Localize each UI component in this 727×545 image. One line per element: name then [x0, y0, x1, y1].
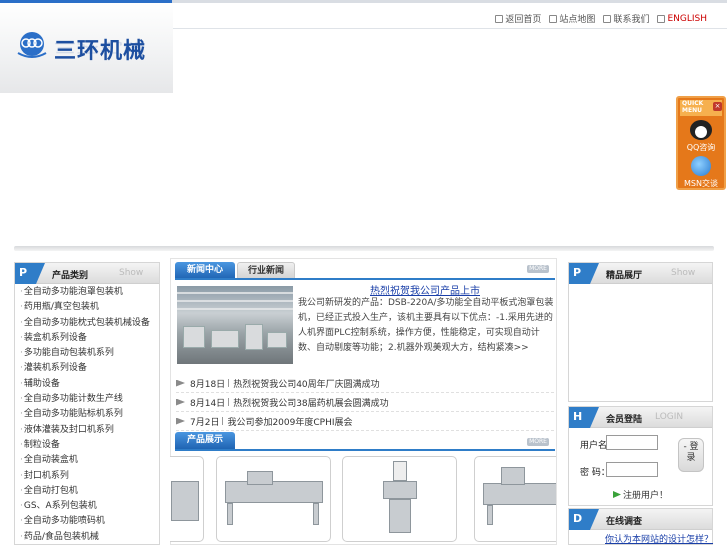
showcase-title: 精品展厅 [606, 271, 643, 281]
category-title: 产品类别 [52, 271, 89, 281]
sitemap-icon [549, 14, 558, 23]
showcase-badge: P [569, 263, 599, 284]
msn-label[interactable]: MSN交谈 [678, 178, 724, 189]
separator [222, 417, 224, 425]
msn-icon[interactable] [691, 156, 711, 176]
password-input[interactable] [606, 462, 658, 477]
contact-icon [603, 14, 612, 23]
tab-industry-news[interactable]: 行业新闻 [237, 262, 295, 279]
category-panel-header: P 产品类别 Show [15, 263, 159, 284]
login-button[interactable]: - 登录 [678, 438, 704, 472]
separator [228, 379, 230, 387]
link-home-label: 返回首页 [505, 15, 542, 25]
category-item[interactable]: 药用瓶/真空包装机 [20, 300, 150, 315]
top-links: 返回首页 站点地图 联系我们 ENGLISH [495, 12, 707, 25]
news-date: 7月2日 [190, 417, 220, 428]
arrow-bullet-icon [176, 417, 185, 425]
news-item[interactable]: 8月18日 热烈祝贺我公司40周年厂庆圆满成功 [176, 374, 554, 393]
link-sitemap-label: 站点地图 [559, 15, 596, 25]
link-contact-label: 联系我们 [613, 15, 650, 25]
category-item[interactable]: 封口机系列 [20, 469, 150, 484]
news-item[interactable]: 8月14日 热烈祝贺我公司38届药机展会圆满成功 [176, 393, 554, 412]
news-date: 8月18日 [190, 379, 226, 390]
news-item[interactable]: 7月2日 我公司参加2009年度CPHI展会 [176, 412, 554, 431]
separator [228, 398, 230, 406]
link-english[interactable]: ENGLISH [657, 12, 707, 25]
product-card[interactable] [170, 456, 204, 542]
username-input[interactable] [606, 435, 658, 450]
arrow-bullet-icon [176, 398, 185, 406]
category-item[interactable]: 制粒设备 [20, 438, 150, 453]
content-divider [14, 246, 714, 251]
category-item[interactable]: 灌装机系列设备 [20, 361, 150, 376]
showcase-show: Show [671, 268, 696, 278]
link-sitemap[interactable]: 站点地图 [549, 12, 595, 25]
news-title[interactable]: 我公司参加2009年度CPHI展会 [227, 415, 352, 428]
qq-penguin-icon[interactable] [690, 120, 712, 140]
product-card[interactable] [216, 456, 331, 542]
survey-title: 在线调查 [606, 517, 643, 527]
category-item[interactable]: 药品/食品包装机械 [20, 530, 150, 545]
news-title[interactable]: 热烈祝贺我公司38届药机展会圆满成功 [233, 396, 388, 409]
link-english-label: ENGLISH [667, 13, 707, 24]
products-underline [175, 449, 555, 451]
logo-reflection: 三环机械 [54, 39, 147, 55]
product-card[interactable] [342, 456, 457, 542]
register-label[interactable]: 注册用户！ [623, 488, 668, 501]
logo-emblem-icon [17, 32, 47, 58]
news-date: 8月14日 [190, 398, 226, 409]
category-item[interactable]: 全自动多功能泡罩包装机 [20, 285, 150, 300]
member-badge: H [569, 407, 599, 428]
survey-panel-header: D 在线调查 [569, 509, 712, 530]
quick-menu: QUICK MENU × QQ咨询 MSN交谈 [676, 96, 726, 190]
category-item[interactable]: 全自动装盒机 [20, 453, 150, 468]
news-headline[interactable]: 热烈祝贺我公司产品上市 [300, 282, 550, 297]
category-item[interactable]: 装盒机系列设备 [20, 331, 150, 346]
member-login-sub: LOGIN [655, 412, 684, 422]
qq-label[interactable]: QQ咨询 [678, 142, 724, 153]
close-icon[interactable]: × [713, 102, 722, 111]
news-more-button[interactable]: MORE [527, 265, 549, 273]
register-link[interactable]: 注册用户！ [613, 488, 668, 501]
news-title[interactable]: 热烈祝贺我公司40周年厂庆圆满成功 [233, 377, 379, 390]
link-contact[interactable]: 联系我们 [603, 12, 649, 25]
survey-badge: D [569, 509, 599, 530]
product-card[interactable] [474, 456, 556, 542]
category-show: Show [119, 268, 144, 278]
category-list: 全自动多功能泡罩包装机 药用瓶/真空包装机 全自动多功能枕式包装机械设备 装盒机… [20, 285, 150, 545]
register-arrow-icon [613, 491, 621, 498]
member-panel-header: H 会员登陆 LOGIN [569, 407, 712, 428]
product-carousel [170, 456, 556, 545]
category-item[interactable]: 液体灌装及封口机系列 [20, 423, 150, 438]
category-badge: P [15, 263, 45, 284]
arrow-bullet-icon [176, 379, 185, 387]
member-title: 会员登陆 [606, 415, 643, 425]
logo-area: 三环机械 三环机械 [0, 3, 173, 93]
category-item[interactable]: GS、A系列包装机 [20, 499, 150, 514]
news-tab-underline [175, 278, 555, 280]
products-title: 产品展示 [175, 432, 235, 449]
tab-news-center[interactable]: 新闻中心 [175, 262, 235, 279]
category-item[interactable]: 全自动多功能枕式包装机械设备 [20, 316, 150, 331]
news-list: 8月18日 热烈祝贺我公司40周年厂庆圆满成功 8月14日 热烈祝贺我公司38届… [176, 374, 554, 431]
news-summary: 我公司新研发的产品：DSB-220A/多功能全自动平板式泡罩包装机，已经正式投入… [298, 298, 554, 353]
showcase-panel-header: P 精品展厅 Show [569, 263, 712, 284]
link-home[interactable]: 返回首页 [495, 12, 541, 25]
english-icon [657, 14, 666, 23]
category-item[interactable]: 辅助设备 [20, 377, 150, 392]
category-item[interactable]: 全自动多功能计数生产线 [20, 392, 150, 407]
factory-photo[interactable] [177, 286, 293, 364]
category-item[interactable]: 全自动多功能喷码机 [20, 514, 150, 529]
category-item[interactable]: 全自动打包机 [20, 484, 150, 499]
category-item[interactable]: 多功能自动包装机系列 [20, 346, 150, 361]
survey-link[interactable]: 你认为本网站的设计怎样？ [605, 532, 713, 545]
products-more-button[interactable]: MORE [527, 438, 549, 446]
category-item[interactable]: 全自动多功能贴标机系列 [20, 407, 150, 422]
home-icon [495, 14, 504, 23]
showcase-panel: P 精品展厅 Show [568, 262, 713, 402]
